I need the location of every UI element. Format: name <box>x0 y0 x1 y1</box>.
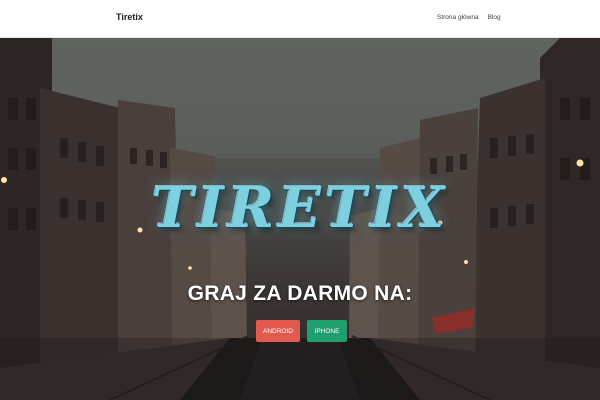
nav-link-blog[interactable]: Blog <box>488 14 501 21</box>
nav-link-home[interactable]: Strona główna <box>437 14 479 21</box>
brand-logo-link[interactable]: Tiretix <box>116 12 143 22</box>
hero-section: TIRETIX GRAJ ZA DARMO NA: <box>0 38 600 400</box>
play-free-headline: GRAJ ZA DARMO NA: <box>187 282 413 305</box>
tiretix-logo-title: TIRETIX <box>151 175 449 241</box>
android-button[interactable]: ANDROID <box>256 320 300 342</box>
nav-menu: Strona główna Blog <box>437 14 501 21</box>
iphone-button[interactable]: IPHONE <box>307 320 347 342</box>
top-navbar: Tiretix Strona główna Blog <box>0 0 600 38</box>
